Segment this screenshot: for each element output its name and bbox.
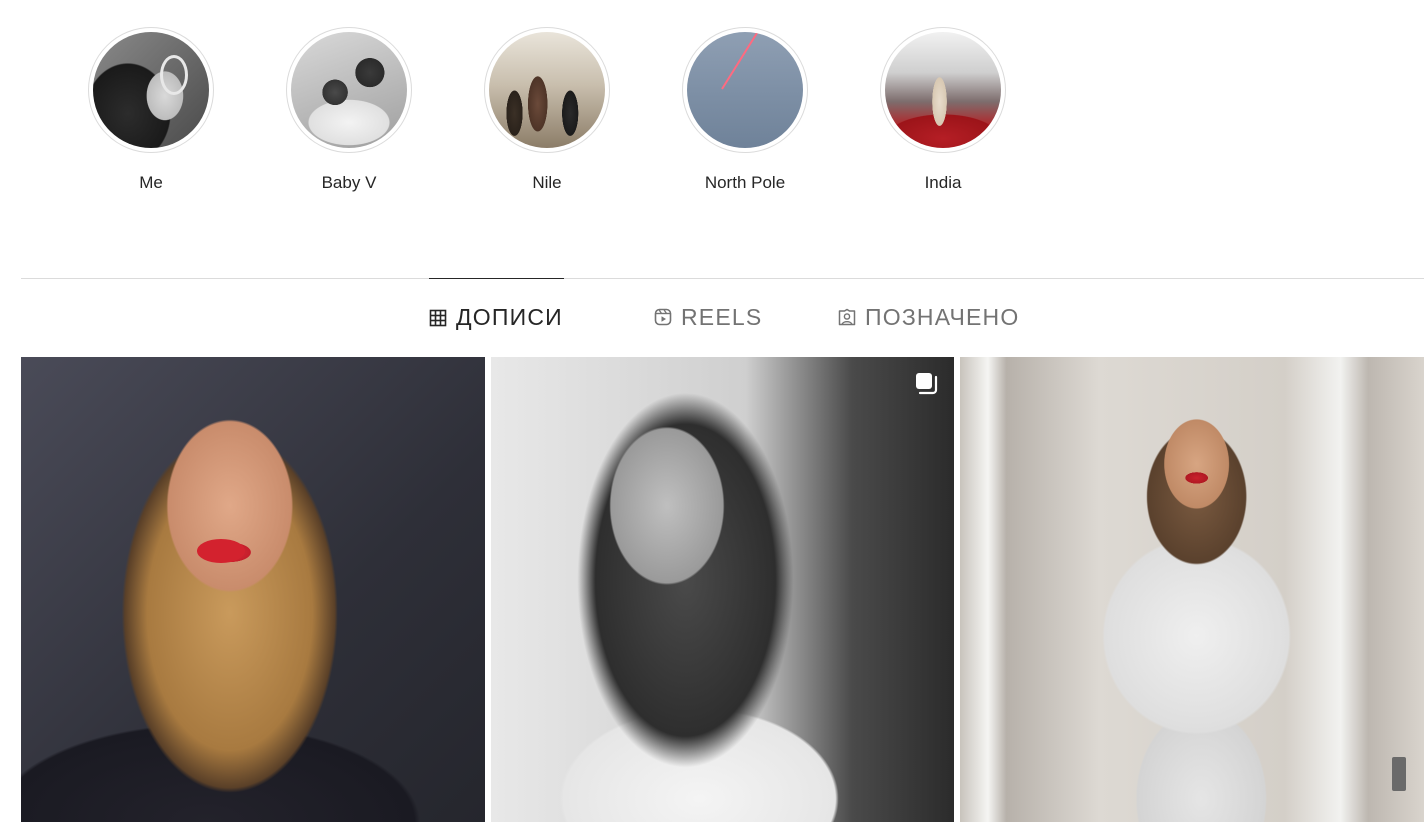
highlight-cover-ring xyxy=(484,27,610,153)
carousel-icon xyxy=(916,373,938,395)
highlight-cover-image xyxy=(489,32,605,148)
post-grid xyxy=(21,357,1424,822)
highlight-cover-image xyxy=(687,32,803,148)
highlight-cover-ring xyxy=(880,27,1006,153)
reels-icon xyxy=(654,308,672,326)
highlight-cover-image xyxy=(885,32,1001,148)
highlight-cover-ring xyxy=(88,27,214,153)
highlight-cover-image xyxy=(291,32,407,148)
highlight-label: Baby V xyxy=(321,173,377,192)
highlight-label: India xyxy=(924,173,962,192)
highlight-label: North Pole xyxy=(704,173,786,192)
tab-reels[interactable]: REELS xyxy=(654,278,762,356)
post-thumbnail[interactable] xyxy=(21,357,485,822)
post-image xyxy=(960,357,1424,822)
tab-tagged[interactable]: ПОЗНАЧЕНО xyxy=(838,278,1019,356)
highlight-label: Me xyxy=(139,173,163,192)
highlight-nile[interactable]: Nile xyxy=(484,27,682,193)
highlight-north-pole[interactable]: North Pole xyxy=(682,27,880,193)
highlight-me[interactable]: Me xyxy=(88,27,286,193)
tagged-icon xyxy=(838,308,856,326)
profile-page: Me Baby V Nile North Pole India ДОПИСИ R… xyxy=(0,0,1424,822)
highlight-baby-v[interactable]: Baby V xyxy=(286,27,484,193)
post-thumbnail[interactable] xyxy=(960,357,1424,822)
profile-tabs: ДОПИСИ REELS ПОЗНАЧЕНО xyxy=(0,278,1424,356)
tab-posts[interactable]: ДОПИСИ xyxy=(429,278,564,356)
tab-reels-label: REELS xyxy=(681,303,763,330)
tab-posts-label: ДОПИСИ xyxy=(456,304,563,330)
highlight-cover-ring xyxy=(286,27,412,153)
highlight-cover-ring xyxy=(682,27,808,153)
highlight-cover-image xyxy=(93,32,209,148)
highlight-label: Nile xyxy=(532,173,562,192)
grid-icon xyxy=(429,309,447,326)
post-thumbnail[interactable] xyxy=(491,357,954,822)
post-image xyxy=(491,357,954,822)
story-highlights: Me Baby V Nile North Pole India xyxy=(88,27,1078,193)
highlight-india[interactable]: India xyxy=(880,27,1078,193)
tab-tagged-label: ПОЗНАЧЕНО xyxy=(865,303,1020,330)
post-image xyxy=(21,357,485,822)
